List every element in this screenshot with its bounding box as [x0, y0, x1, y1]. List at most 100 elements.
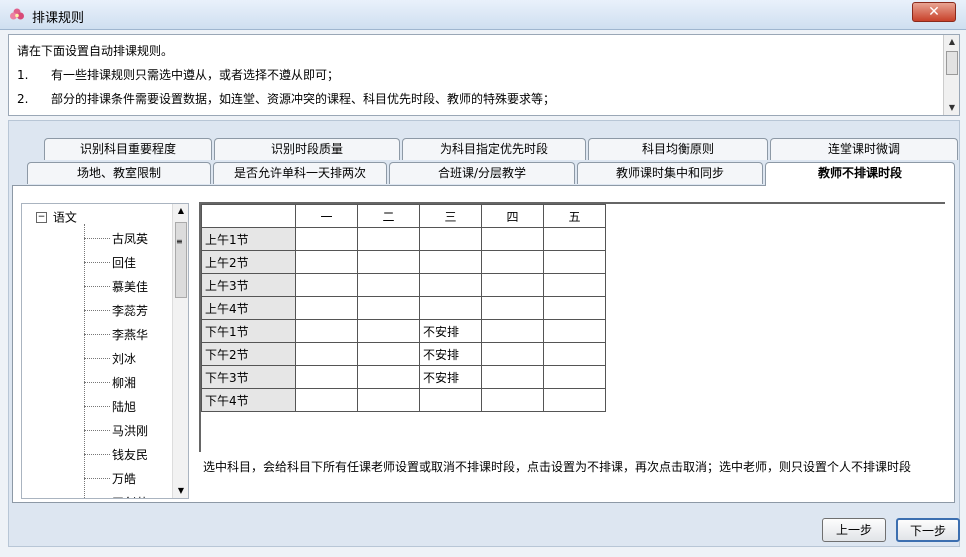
- day-header: 五: [543, 204, 606, 228]
- schedule-cell[interactable]: [295, 388, 358, 412]
- table-row: 上午1节: [201, 227, 606, 251]
- schedule-cell[interactable]: [295, 365, 358, 389]
- schedule-cell[interactable]: [357, 365, 420, 389]
- scroll-thumb[interactable]: [175, 222, 187, 298]
- schedule-cell[interactable]: 不安排: [419, 342, 482, 366]
- schedule-cell[interactable]: [543, 319, 606, 343]
- instruction-line: 2. 部分的排课条件需要设置数据，如连堂、资源冲突的课程、科目优先时段、教师的特殊…: [17, 90, 555, 107]
- scroll-down-icon[interactable]: ▼: [944, 101, 960, 115]
- collapse-icon[interactable]: −: [36, 212, 47, 223]
- schedule-cell[interactable]: [543, 227, 606, 251]
- schedule-cell[interactable]: [543, 365, 606, 389]
- tab-教师课时集中和同步[interactable]: 教师课时集中和同步: [577, 162, 763, 184]
- instructions-scrollbar[interactable]: ▲ ▼: [943, 35, 959, 115]
- title-bar[interactable]: 排课规则 ✕: [0, 0, 966, 30]
- scroll-down-icon[interactable]: ▼: [173, 484, 188, 498]
- instruction-number: 2.: [17, 92, 29, 106]
- tree-node-teacher[interactable]: 柳湘: [84, 373, 136, 391]
- scroll-up-icon[interactable]: ▲: [173, 204, 188, 218]
- schedule-cell[interactable]: [543, 296, 606, 320]
- tab-识别科目重要程度[interactable]: 识别科目重要程度: [44, 138, 212, 160]
- schedule-cell[interactable]: [419, 227, 482, 251]
- schedule-cell[interactable]: [481, 342, 544, 366]
- schedule-cell[interactable]: 不安排: [419, 365, 482, 389]
- tree-connector: [84, 262, 110, 263]
- schedule-cell[interactable]: [357, 250, 420, 274]
- tree-node-teacher[interactable]: 马洪刚: [84, 421, 148, 439]
- tree-node-teacher[interactable]: 刘冰: [84, 349, 136, 367]
- schedule-cell[interactable]: [481, 388, 544, 412]
- tree-node-subject[interactable]: − 语文: [36, 208, 77, 226]
- table-row: 上午2节: [201, 250, 606, 274]
- schedule-cell[interactable]: [419, 296, 482, 320]
- tree-node-teacher[interactable]: 回佳: [84, 253, 136, 271]
- schedule-cell[interactable]: [295, 273, 358, 297]
- schedule-cell[interactable]: [295, 296, 358, 320]
- rules-dialog: 排课规则 ✕ 请在下面设置自动排课规则。 1. 有一些排课规则只需选中遵从，或者选择…: [0, 0, 966, 557]
- subject-teacher-tree[interactable]: − 语文 古凤英回佳慕美佳李蕊芳李燕华刘冰柳湘陆旭马洪刚钱友民万皓王剑英 ▲ ≡…: [21, 203, 189, 499]
- tree-node-teacher[interactable]: 慕美佳: [84, 277, 148, 295]
- schedule-cell[interactable]: [543, 388, 606, 412]
- schedule-cell[interactable]: [481, 296, 544, 320]
- period-header: 下午2节: [201, 342, 296, 366]
- day-header: 三: [419, 204, 482, 228]
- close-button[interactable]: ✕: [912, 2, 956, 22]
- tree-node-teacher[interactable]: 陆旭: [84, 397, 136, 415]
- tree-node-teacher[interactable]: 李燕华: [84, 325, 148, 343]
- schedule-cell[interactable]: [481, 319, 544, 343]
- teacher-name: 马洪刚: [112, 423, 149, 438]
- instruction-text: 部分的排课条件需要设置数据，如连堂、资源冲突的课程、科目优先时段、教师的特殊要求…: [51, 92, 556, 106]
- instructions-box[interactable]: 请在下面设置自动排课规则。 1. 有一些排课规则只需选中遵从，或者选择不遵从即可； 2…: [8, 34, 960, 116]
- schedule-cell[interactable]: [419, 273, 482, 297]
- tree-node-teacher[interactable]: 王剑英: [84, 493, 148, 499]
- schedule-cell[interactable]: [295, 250, 358, 274]
- tab-合班课/分层教学[interactable]: 合班课/分层教学: [389, 162, 575, 184]
- schedule-cell[interactable]: [481, 273, 544, 297]
- schedule-cell[interactable]: [357, 296, 420, 320]
- tab-科目均衡原则[interactable]: 科目均衡原则: [588, 138, 768, 160]
- schedule-cell[interactable]: [357, 227, 420, 251]
- schedule-cell[interactable]: [357, 273, 420, 297]
- schedule-cell[interactable]: [481, 365, 544, 389]
- schedule-cell[interactable]: [357, 388, 420, 412]
- schedule-cell[interactable]: [419, 250, 482, 274]
- schedule-cell[interactable]: [419, 388, 482, 412]
- tree-node-teacher[interactable]: 万皓: [84, 469, 136, 487]
- schedule-cell[interactable]: [357, 342, 420, 366]
- schedule-cell[interactable]: [357, 319, 420, 343]
- tree-connector: [84, 238, 110, 239]
- schedule-cell[interactable]: [295, 227, 358, 251]
- scroll-thumb[interactable]: [946, 51, 958, 75]
- schedule-cell[interactable]: [295, 319, 358, 343]
- tab-是否允许单科一天排两次[interactable]: 是否允许单科一天排两次: [213, 162, 387, 184]
- teacher-name: 柳湘: [112, 375, 137, 390]
- day-header: 一: [295, 204, 358, 228]
- tab-场地、教室限制[interactable]: 场地、教室限制: [27, 162, 211, 184]
- schedule-cell[interactable]: [543, 250, 606, 274]
- tree-scrollbar[interactable]: ▲ ≡ ▼: [172, 204, 188, 498]
- tree-connector: [84, 430, 110, 431]
- tree-node-teacher[interactable]: 李蕊芳: [84, 301, 148, 319]
- instruction-line: 请在下面设置自动排课规则。: [17, 42, 173, 59]
- prev-step-button[interactable]: 上一步: [822, 518, 886, 542]
- scroll-up-icon[interactable]: ▲: [944, 35, 960, 49]
- tree-node-teacher[interactable]: 古凤英: [84, 229, 148, 247]
- teacher-name: 古凤英: [112, 231, 149, 246]
- schedule-cell[interactable]: [481, 227, 544, 251]
- teacher-name: 慕美佳: [112, 279, 149, 294]
- day-header: 二: [357, 204, 420, 228]
- teacher-name: 回佳: [112, 255, 137, 270]
- schedule-cell[interactable]: [543, 273, 606, 297]
- tab-教师不排课时段[interactable]: 教师不排课时段: [765, 162, 955, 186]
- schedule-cell[interactable]: [543, 342, 606, 366]
- teacher-name: 万皓: [112, 471, 137, 486]
- next-step-button[interactable]: 下一步: [896, 518, 960, 542]
- tab-识别时段质量[interactable]: 识别时段质量: [214, 138, 400, 160]
- tree-connector: [84, 310, 110, 311]
- schedule-cell[interactable]: [295, 342, 358, 366]
- tab-连堂课时微调[interactable]: 连堂课时微调: [770, 138, 958, 160]
- schedule-cell[interactable]: 不安排: [419, 319, 482, 343]
- tab-为科目指定优先时段[interactable]: 为科目指定优先时段: [402, 138, 586, 160]
- schedule-cell[interactable]: [481, 250, 544, 274]
- tree-node-teacher[interactable]: 钱友民: [84, 445, 148, 463]
